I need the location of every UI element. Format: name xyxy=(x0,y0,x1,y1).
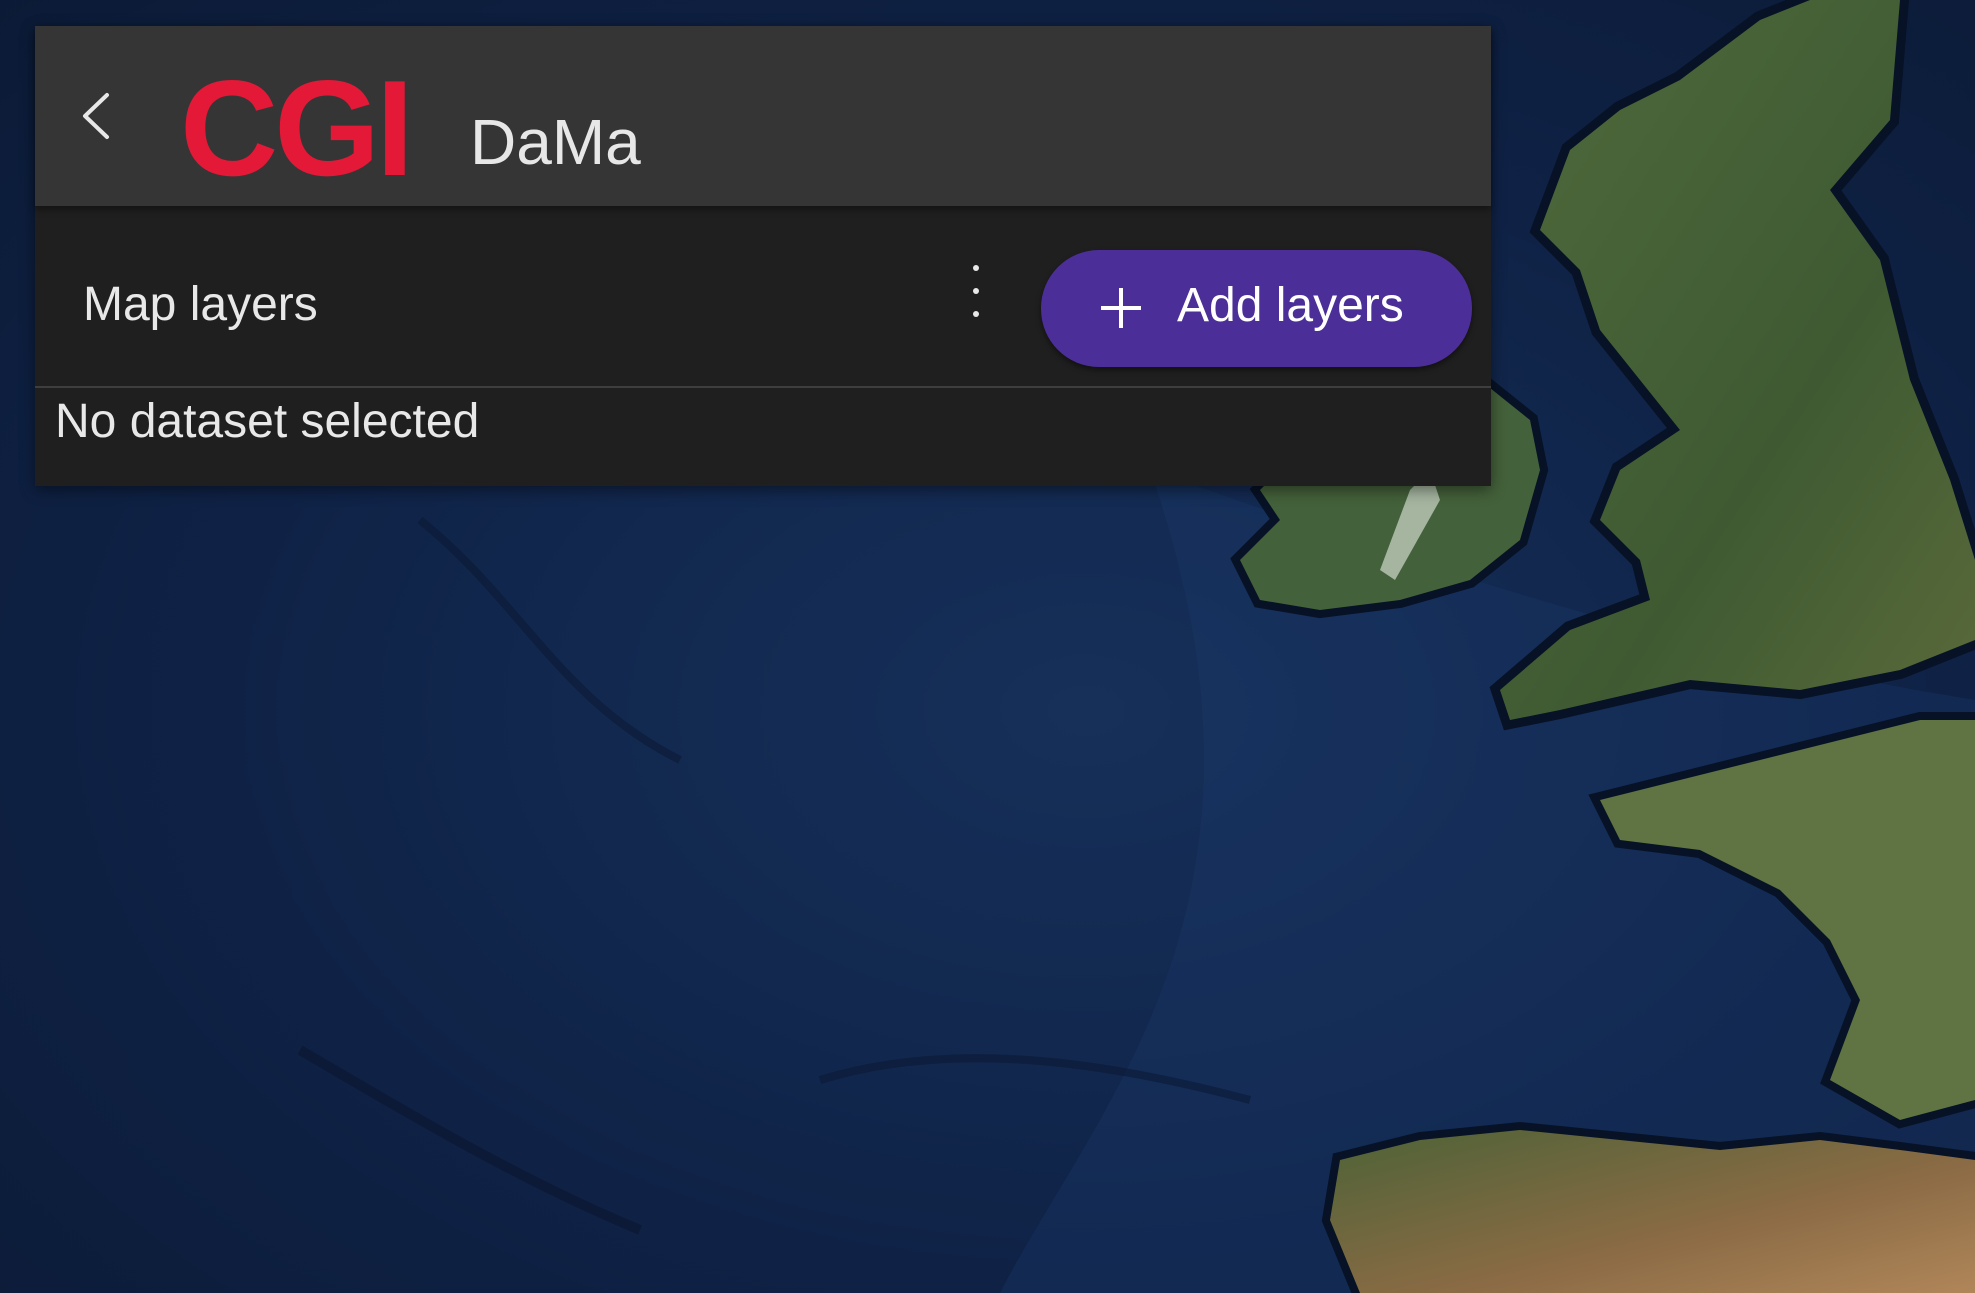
app-title: DaMa xyxy=(470,106,641,178)
add-layers-button[interactable]: Add layers xyxy=(1041,250,1472,367)
app-header: CGI DaMa xyxy=(35,26,1491,206)
layers-panel: CGI DaMa Map layers Add layers No datase… xyxy=(35,26,1491,486)
plus-icon xyxy=(1101,288,1141,328)
back-button[interactable] xyxy=(63,81,133,151)
layers-menu-button[interactable] xyxy=(956,256,996,326)
more-vertical-icon xyxy=(973,265,979,271)
layers-toolbar: Map layers Add layers xyxy=(35,206,1491,388)
cgi-logo: CGI xyxy=(180,52,414,204)
empty-state-message: No dataset selected xyxy=(55,395,480,448)
add-layers-label: Add layers xyxy=(1177,279,1404,332)
layers-title: Map layers xyxy=(83,278,318,331)
chevron-left-icon xyxy=(83,93,109,139)
more-vertical-icon-dot xyxy=(973,311,979,317)
more-vertical-icon-dot xyxy=(973,288,979,294)
